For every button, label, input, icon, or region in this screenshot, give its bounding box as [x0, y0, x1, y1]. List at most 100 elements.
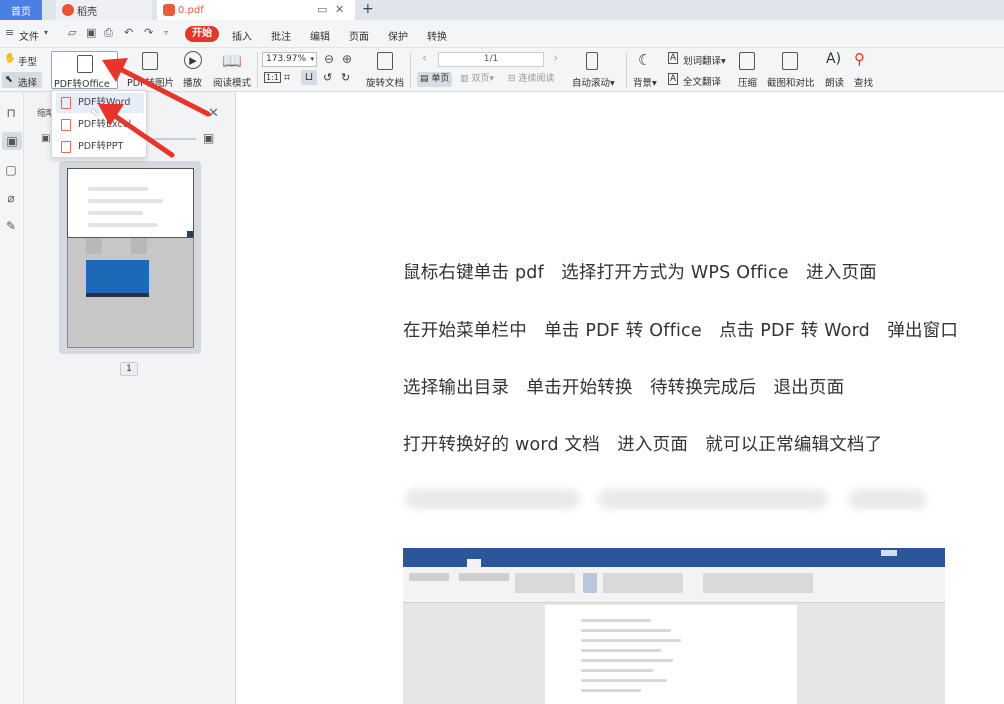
rotate-right-icon[interactable]: ↻ [341, 71, 350, 84]
hand-tool-label[interactable]: 手型 [18, 54, 37, 68]
ribbon-separator [626, 52, 627, 88]
blurred-text-segment [598, 489, 828, 509]
select-tool-button[interactable]: ⬉ 选择 [2, 72, 42, 89]
menu-file[interactable]: 文件 [19, 28, 39, 43]
actual-size-icon[interactable]: 1:1 [264, 72, 281, 83]
auto-scroll-icon[interactable] [586, 52, 598, 70]
thumbnail-gray-block [131, 238, 147, 254]
open-folder-icon[interactable]: ▱ [68, 27, 79, 38]
blurred-text-segment [848, 489, 926, 509]
comment-icon[interactable]: ▢ [4, 163, 18, 177]
continuous-read-label: 连续阅读 [518, 74, 555, 84]
redo-icon[interactable]: ↷ [144, 27, 155, 38]
menu-item-label: PDF转PPT [78, 141, 124, 152]
undo-icon[interactable]: ↶ [124, 27, 135, 38]
menu-annotate[interactable]: 批注 [271, 28, 291, 43]
search-icon[interactable]: ⚲ [854, 50, 865, 68]
add-tab-button[interactable]: + [362, 1, 374, 17]
double-page-button[interactable]: ▥ 双页▾ [457, 72, 497, 87]
background-label[interactable]: 背景▾ [633, 75, 657, 89]
ribbon-separator [257, 52, 258, 88]
menu-page[interactable]: 页面 [349, 28, 369, 43]
full-translate-icon[interactable]: A [668, 73, 679, 85]
thumbnail-size-slider[interactable] [148, 138, 196, 140]
word-text-line [581, 639, 681, 642]
word-translate-icon[interactable]: A [668, 52, 679, 64]
menu-convert[interactable]: 转换 [427, 28, 447, 43]
menu-item-label: PDF转Word [78, 97, 131, 108]
close-panel-icon[interactable]: ✕ [208, 106, 219, 121]
zoom-dropdown-icon[interactable]: ▾ [310, 53, 314, 66]
continuous-read-button[interactable]: ⊟ 连续阅读 [505, 72, 557, 87]
attachment-icon[interactable]: ⌀ [4, 191, 18, 205]
close-tab-icon[interactable]: ✕ [335, 3, 344, 16]
pdf-to-image-icon[interactable] [142, 52, 158, 70]
page-number-value: 1/1 [483, 54, 499, 64]
menu-edit[interactable]: 编辑 [310, 28, 330, 43]
screenshot-compare-icon[interactable] [782, 52, 798, 70]
auto-scroll-label[interactable]: 自动滚动▾ [572, 75, 615, 89]
menu-item-pdf-to-word[interactable]: PDF转Word [56, 93, 144, 113]
read-aloud-icon[interactable]: A) [826, 51, 841, 67]
fit-page-icon[interactable]: ⌗ [284, 71, 290, 85]
previous-page-icon[interactable]: ‹ [422, 51, 427, 66]
pdf-to-office-button[interactable]: PDF转Office [51, 51, 118, 90]
compress-label[interactable]: 压缩 [738, 75, 757, 89]
play-label[interactable]: 播放 [183, 75, 202, 89]
zoom-level-value: 173.97% [266, 54, 307, 64]
word-text-line [581, 629, 671, 632]
read-aloud-label[interactable]: 朗读 [825, 75, 844, 89]
page-number-field[interactable]: 1/1 [438, 52, 544, 67]
bookmark-icon[interactable]: ⊓ [4, 106, 18, 120]
menu-insert[interactable]: 插入 [232, 28, 252, 43]
save-icon[interactable]: ▣ [86, 27, 97, 38]
thumbnail-panel-icon[interactable]: ▣ [2, 132, 22, 150]
rotate-left-icon[interactable]: ↺ [323, 71, 332, 84]
tab-home[interactable]: 首页 [0, 0, 42, 20]
find-label[interactable]: 查找 [854, 75, 873, 89]
fit-width-icon[interactable]: ⊔ [301, 70, 317, 85]
full-translate-label[interactable]: 全文翻译 [683, 74, 721, 88]
zoom-level-field[interactable]: 173.97% ▾ [262, 52, 317, 67]
menu-protect[interactable]: 保护 [388, 28, 408, 43]
word-file-icon [61, 97, 71, 109]
zoom-out-icon[interactable]: ⊖ [324, 52, 334, 66]
zoom-in-icon[interactable]: ⊕ [342, 52, 352, 66]
background-text: 背景 [633, 78, 653, 89]
hamburger-menu-icon[interactable]: ≡ [5, 27, 16, 38]
customize-chevron-icon[interactable]: ▿ [164, 27, 175, 38]
thumbnail-small-icon[interactable]: ▣ [41, 133, 50, 144]
menu-item-pdf-to-excel[interactable]: PDF转Excel [56, 115, 144, 135]
thumbnail-page-number: 1 [120, 362, 138, 376]
word-ribbon-group [583, 573, 597, 593]
print-icon[interactable]: ⎙ [104, 27, 115, 38]
signature-icon[interactable]: ✎ [4, 219, 18, 233]
tab-daoke[interactable]: 稻壳 [56, 0, 152, 20]
single-page-button[interactable]: ▤ 单页 [417, 72, 453, 87]
pdf-to-image-label[interactable]: PDF转图片 [127, 75, 174, 89]
document-line-3: 选择输出目录 单击开始转换 待转换完成后 退出页面 [403, 378, 845, 398]
compress-icon[interactable] [739, 52, 755, 70]
menu-start-tab[interactable]: 开始 [185, 26, 219, 42]
tab-pdf-document[interactable]: 0.pdf ▭ ✕ [157, 0, 355, 20]
thumbnail-desktop-image [86, 260, 149, 296]
rotate-document-label[interactable]: 旋转文档 [366, 75, 404, 89]
word-translate-label[interactable]: 划词翻译▾ [683, 53, 726, 67]
mouse-cursor-icon: ⬉ [90, 106, 100, 119]
thumbnail-large-icon[interactable]: ▣ [203, 131, 214, 145]
word-ribbon-group [515, 573, 575, 593]
screenshot-compare-label[interactable]: 截图和对比 [767, 75, 815, 89]
menu-item-pdf-to-ppt[interactable]: PDF转PPT [56, 137, 144, 157]
play-icon[interactable]: ▸ [184, 51, 202, 69]
left-icon-rail: ⊓ ▣ ▢ ⌀ ✎ [0, 92, 24, 704]
read-mode-icon[interactable]: 📖 [222, 51, 242, 70]
thumbnail-taskbar [86, 293, 149, 297]
rotate-document-icon[interactable] [377, 52, 393, 70]
chevron-down-icon[interactable]: ▾ [44, 27, 55, 38]
moon-background-icon[interactable]: ☾ [638, 51, 651, 69]
hand-tool-icon[interactable]: ✋ [4, 53, 16, 64]
single-page-label: 单页 [431, 74, 450, 84]
pin-icon[interactable]: ▭ [317, 3, 327, 16]
read-mode-label[interactable]: 阅读模式 [213, 75, 251, 89]
next-page-icon[interactable]: › [553, 51, 558, 66]
